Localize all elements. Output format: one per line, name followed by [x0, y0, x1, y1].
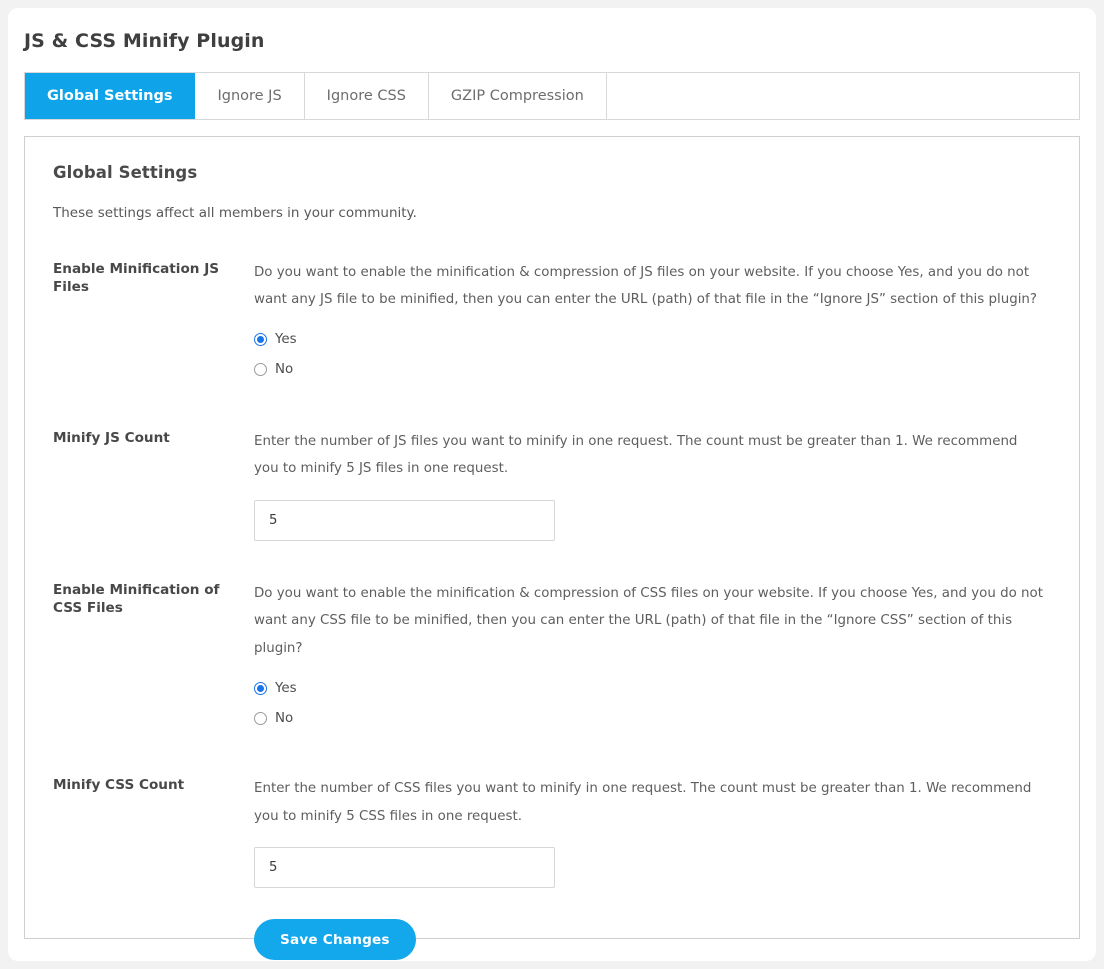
radio-option-enable-js-no[interactable]: No	[254, 358, 1051, 382]
tab-global-settings-label: Global Settings	[47, 88, 173, 104]
radio-icon-enable-css-yes[interactable]	[254, 681, 267, 695]
radio-icon-enable-css-no[interactable]	[254, 711, 267, 725]
radio-label-enable-css-no: No	[275, 710, 294, 726]
tab-ignore-js[interactable]: Ignore JS	[195, 73, 305, 119]
tab-global-settings[interactable]: Global Settings	[25, 73, 196, 119]
tab-gzip-compression[interactable]: GZIP Compression	[428, 73, 607, 119]
radio-label-enable-css-yes: Yes	[275, 680, 297, 696]
setting-label-enable-css: Enable Minification of CSS Files	[53, 581, 220, 616]
setting-row-minify-js-count: Minify JS Count Enter the number of JS f…	[53, 428, 1051, 541]
settings-panel: Global Settings These settings affect al…	[24, 136, 1080, 961]
setting-description-enable-js: Do you want to enable the minification &…	[254, 265, 1038, 308]
setting-body-enable-js: Do you want to enable the minification &…	[249, 259, 1051, 388]
radio-option-enable-css-yes[interactable]: Yes	[254, 676, 1051, 700]
setting-description-enable-css: Do you want to enable the minification &…	[254, 585, 1043, 656]
radio-label-enable-js-no: No	[275, 362, 294, 378]
radio-icon-enable-js-no[interactable]	[254, 363, 267, 377]
radio-group-enable-css: Yes No	[254, 676, 1051, 730]
tab-ignore-js-label: Ignore JS	[217, 88, 282, 104]
tab-bar-filler	[606, 73, 1079, 119]
panel-heading: Global Settings	[53, 163, 198, 182]
setting-row-minify-css-count: Minify CSS Count Enter the number of CSS…	[53, 775, 1051, 889]
radio-label-enable-js-yes: Yes	[275, 332, 297, 348]
minify-css-count-input[interactable]	[254, 847, 555, 889]
radio-option-enable-css-no[interactable]: No	[254, 706, 1051, 730]
setting-body-minify-css-count: Enter the number of CSS files you want t…	[249, 775, 1051, 889]
tab-ignore-css[interactable]: Ignore CSS	[304, 73, 429, 119]
radio-option-enable-js-yes[interactable]: Yes	[254, 328, 1051, 352]
tab-bar: Global Settings Ignore JS Ignore CSS GZI…	[24, 72, 1080, 120]
setting-description-minify-css-count: Enter the number of CSS files you want t…	[254, 781, 1032, 824]
setting-body-enable-css: Do you want to enable the minification &…	[249, 580, 1051, 736]
setting-row-enable-js: Enable Minification JS Files Do you want…	[53, 259, 1051, 388]
plugin-settings-card: JS & CSS Minify Plugin Global Settings I…	[8, 8, 1096, 961]
save-changes-button[interactable]: Save Changes	[254, 919, 416, 961]
setting-row-enable-css: Enable Minification of CSS Files Do you …	[53, 580, 1051, 736]
setting-description-minify-js-count: Enter the number of JS files you want to…	[254, 433, 1018, 477]
save-button-row: Save Changes	[53, 919, 1051, 961]
setting-label-enable-js: Enable Minification JS Files	[53, 261, 220, 295]
radio-icon-enable-js-yes[interactable]	[254, 333, 267, 347]
radio-group-enable-js: Yes No	[254, 328, 1051, 382]
page-title: JS & CSS Minify Plugin	[24, 30, 265, 52]
setting-body-minify-js-count: Enter the number of JS files you want to…	[249, 428, 1051, 541]
tab-ignore-css-label: Ignore CSS	[326, 88, 406, 104]
panel-subheading: These settings affect all members in you…	[53, 205, 417, 221]
minify-js-count-input[interactable]	[254, 499, 555, 541]
tab-gzip-compression-label: GZIP Compression	[450, 88, 584, 104]
setting-label-minify-js-count: Minify JS Count	[53, 429, 170, 446]
setting-label-minify-css-count: Minify CSS Count	[53, 777, 185, 794]
